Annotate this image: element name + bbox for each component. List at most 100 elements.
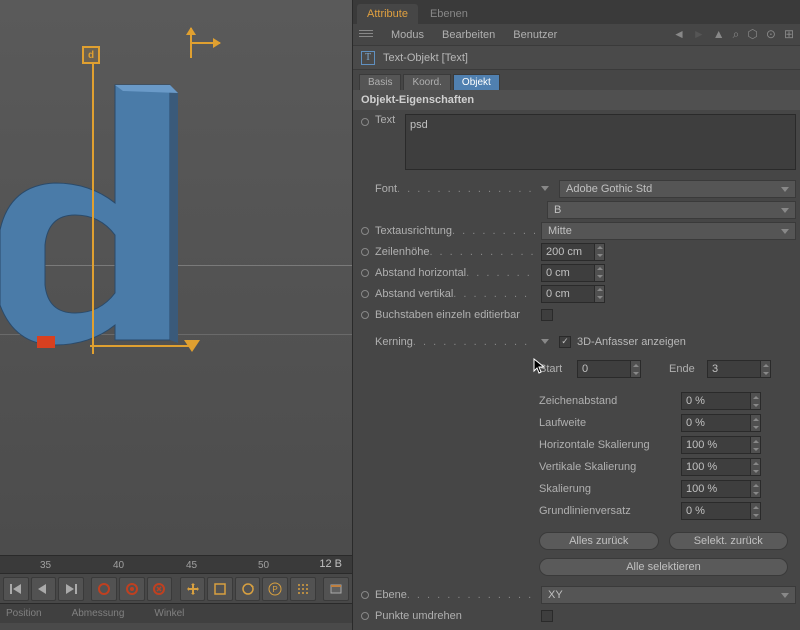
status-winkel: Winkel [154,608,184,619]
label-zeichenabstand: Zeichenabstand [539,395,673,407]
abstand-h-input[interactable]: 0 cm [541,264,605,282]
status-abmessung: Abmessung [72,608,125,619]
tool-goto-end[interactable] [58,577,84,601]
tool-render[interactable] [323,577,349,601]
ruler-value: 12 B [319,558,342,570]
object-handle[interactable]: d [82,46,100,64]
lock-icon[interactable]: ⬡ [747,27,757,42]
ebene-dropdown[interactable]: XY [541,586,796,604]
label-abstand-v: Abstand vertikal [375,288,453,300]
ruler-tick-40: 40 [113,560,124,571]
tool-autokey[interactable] [119,577,145,601]
radio-textausrichtung[interactable] [361,227,369,235]
menu-benutzer[interactable]: Benutzer [513,29,557,41]
label-zeilenhoehe: Zeilenhöhe [375,246,429,258]
grundlinien-input[interactable]: 0 % [681,502,761,520]
radio-zeilenhoehe[interactable] [361,248,369,256]
label-skalierung: Skalierung [539,483,673,495]
nav-up-icon[interactable]: ▲ [713,27,725,42]
label-buchstaben: Buchstaben einzeln editierbar [375,309,520,321]
tool-scale[interactable] [207,577,233,601]
panel-tabs: Attribute Ebenen [353,0,800,24]
alle-selektieren-button[interactable]: Alle selektieren [539,558,788,576]
font-dropdown[interactable]: Adobe Gothic Std [559,180,796,198]
sub-tabs: Basis Koord. Objekt [353,70,800,90]
label-anfasser: 3D-Anfasser anzeigen [577,336,686,348]
ruler-tick-35: 35 [40,560,51,571]
radio-ebene[interactable] [361,591,369,599]
tool-rotate[interactable] [235,577,261,601]
tool-move[interactable] [180,577,206,601]
attribute-panel: Attribute Ebenen Modus Bearbeiten Benutz… [352,0,800,630]
gizmo-x-arrow[interactable] [190,42,220,44]
timeline-ruler[interactable]: 35 40 45 50 12 B [0,555,352,573]
nav-forward-icon[interactable]: ► [693,27,705,42]
svg-text:P: P [273,585,278,594]
label-kerning: Kerning [375,336,413,348]
ruler-tick-45: 45 [186,560,197,571]
skalierung-input[interactable]: 100 % [681,480,761,498]
text-object-d[interactable] [0,75,180,350]
zeilenhoehe-input[interactable]: 200 cm [541,243,605,261]
selekt-zurueck-button[interactable]: Selekt. zurück [669,532,789,550]
label-v-skalierung: Vertikale Skalierung [539,461,673,473]
radio-abstand-h[interactable] [361,269,369,277]
radio-punkte[interactable] [361,612,369,620]
laufweite-input[interactable]: 0 % [681,414,761,432]
start-input[interactable]: 0 [577,360,641,378]
tool-keyframe[interactable] [147,577,173,601]
viewport-toolbar: P [0,573,352,603]
subtab-basis[interactable]: Basis [359,74,401,90]
handle-letter: d [88,50,94,61]
subtab-objekt[interactable]: Objekt [453,74,500,90]
tool-param[interactable]: P [262,577,288,601]
subtab-koord[interactable]: Koord. [403,74,450,90]
menu-bearbeiten[interactable]: Bearbeiten [442,29,495,41]
origin-marker[interactable] [37,336,55,348]
label-abstand-h: Abstand horizontal [375,267,466,279]
search-icon[interactable]: ⌕ [733,27,740,42]
object-header: T Text-Objekt [Text] [353,46,800,70]
status-bar: Position Abmessung Winkel [0,603,352,623]
text-input[interactable] [405,114,796,170]
panel-menubar: Modus Bearbeiten Benutzer ◄ ► ▲ ⌕ ⬡ ⊙ ⊞ [353,24,800,46]
anfasser-checkbox[interactable]: ✓ [559,336,571,348]
punkte-checkbox[interactable] [541,610,553,622]
zeichenabstand-input[interactable]: 0 % [681,392,761,410]
viewport-3d[interactable]: d 35 40 45 50 12 B P Position Abmessung … [0,0,352,630]
tab-ebenen[interactable]: Ebenen [420,4,478,24]
settings-icon[interactable]: ⊙ [766,27,776,42]
alles-zurueck-button[interactable]: Alles zurück [539,532,659,550]
buchstaben-checkbox[interactable] [541,309,553,321]
ende-input[interactable]: 3 [707,360,771,378]
grid-icon[interactable] [359,30,373,40]
axis-x-line [90,345,195,347]
radio-buchstaben[interactable] [361,311,369,319]
tool-prev-frame[interactable] [31,577,57,601]
textausrichtung-dropdown[interactable]: Mitte [541,222,796,240]
radio-abstand-v[interactable] [361,290,369,298]
new-icon[interactable]: ⊞ [784,27,794,42]
kerning-expand-icon[interactable] [541,339,549,344]
label-start: Start [539,363,569,375]
radio-text[interactable] [361,118,369,126]
font-expand-icon[interactable] [541,186,549,191]
tool-record[interactable] [91,577,117,601]
h-skalierung-input[interactable]: 100 % [681,436,761,454]
tool-pla[interactable] [290,577,316,601]
section-header: Objekt-Eigenschaften [353,90,800,110]
ruler-tick-50: 50 [258,560,269,571]
label-ende: Ende [669,363,699,375]
font-weight-dropdown[interactable]: B [547,201,796,219]
menu-modus[interactable]: Modus [391,29,424,41]
triangle-handle[interactable] [184,340,200,352]
tool-goto-start[interactable] [3,577,29,601]
nav-back-icon[interactable]: ◄ [673,27,685,42]
tab-attribute[interactable]: Attribute [357,4,418,24]
abstand-v-input[interactable]: 0 cm [541,285,605,303]
v-skalierung-input[interactable]: 100 % [681,458,761,476]
label-h-skalierung: Horizontale Skalierung [539,439,673,451]
label-font: Font [375,183,397,195]
label-grundlinien: Grundlinienversatz [539,505,673,517]
label-text: Text [375,114,395,126]
